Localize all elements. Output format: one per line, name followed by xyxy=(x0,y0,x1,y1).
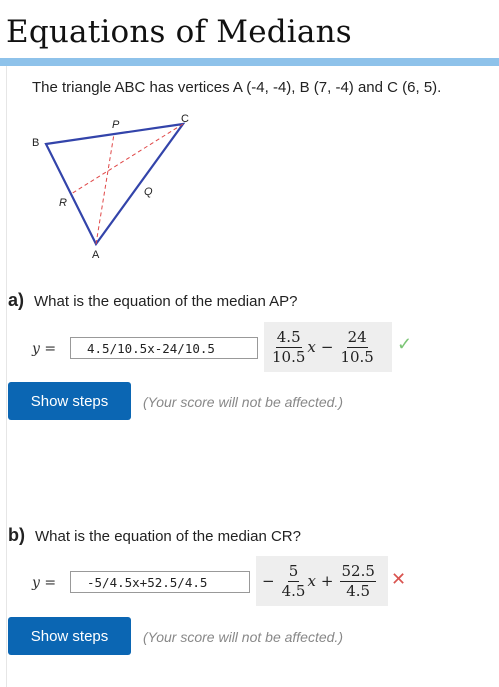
answer-b-preview: − 5 4.5 x + 52.5 4.5 xyxy=(256,556,388,606)
preview-b-sign: − xyxy=(262,572,275,590)
vertex-label-b: B xyxy=(32,137,39,149)
vertex-label-c: C xyxy=(181,113,189,125)
preview-b-den1: 4.5 xyxy=(281,581,306,600)
median-cr xyxy=(70,123,184,195)
question-a-heading: a) What is the equation of the median AP? xyxy=(8,290,298,311)
preview-b-op: + xyxy=(320,572,334,590)
preview-b-frac1: 5 4.5 xyxy=(281,561,306,600)
preview-b-var: x xyxy=(307,572,316,590)
triangle-diagram: C B A P Q R xyxy=(32,113,189,261)
cross-icon: ✕ xyxy=(391,569,407,589)
question-b-y-label: y = xyxy=(32,575,57,591)
preview-a-frac1: 4.5 10.5 xyxy=(272,327,306,366)
midpoint-label-r: R xyxy=(59,197,67,209)
preview-a-den1: 10.5 xyxy=(272,347,306,366)
preview-b-num1: 5 xyxy=(287,561,300,582)
question-a-text: What is the equation of the median AP? xyxy=(34,293,298,310)
question-b-text: What is the equation of the median CR? xyxy=(35,528,301,545)
preview-a-op: − xyxy=(320,338,334,356)
problem-statement: The triangle ABC has vertices A (-4, -4)… xyxy=(32,79,442,96)
preview-a-den2: 10.5 xyxy=(340,347,374,366)
median-ap xyxy=(95,133,115,245)
answer-a-preview: 4.5 10.5 x − 24 10.5 xyxy=(264,322,392,372)
show-steps-b-button[interactable]: Show steps xyxy=(8,617,131,655)
vertex-label-a: A xyxy=(92,249,100,261)
preview-b-frac2: 52.5 4.5 xyxy=(340,561,376,600)
answer-b-input[interactable]: -5/4.5x+52.5/4.5 xyxy=(70,571,250,593)
header-accent-bar xyxy=(0,58,499,66)
preview-a-num2: 24 xyxy=(346,327,368,348)
preview-a-num1: 4.5 xyxy=(275,327,302,348)
check-icon: ✓ xyxy=(397,334,413,354)
show-steps-b-note: (Your score will not be affected.) xyxy=(143,629,343,645)
answer-a-input[interactable]: 4.5/10.5x-24/10.5 xyxy=(70,337,258,359)
question-b-letter: b) xyxy=(8,525,25,545)
midpoint-label-q: Q xyxy=(144,186,153,198)
preview-b-num2: 52.5 xyxy=(340,561,376,582)
preview-a-var: x xyxy=(307,338,316,356)
preview-b-den2: 4.5 xyxy=(346,581,371,600)
preview-a-frac2: 24 10.5 xyxy=(340,327,374,366)
question-a-letter: a) xyxy=(8,290,25,310)
triangle-abc xyxy=(44,122,186,247)
page-title: Equations of Medians xyxy=(6,14,352,50)
show-steps-a-button[interactable]: Show steps xyxy=(8,382,131,420)
midpoint-label-p: P xyxy=(112,119,120,131)
question-a-y-label: y = xyxy=(32,341,57,357)
show-steps-a-note: (Your score will not be affected.) xyxy=(143,394,343,410)
question-b-heading: b) What is the equation of the median CR? xyxy=(8,525,301,546)
card-left-border xyxy=(6,66,7,687)
